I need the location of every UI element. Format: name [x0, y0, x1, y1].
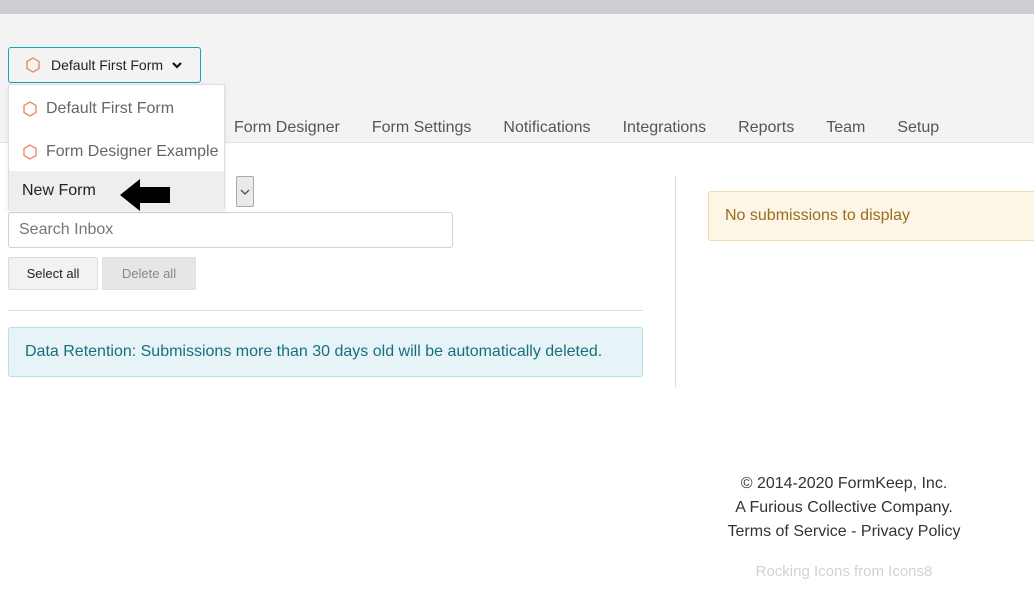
footer-copyright: © 2014-2020 FormKeep, Inc.	[740, 475, 948, 492]
icons8-credits-link[interactable]: Rocking Icons from Icons8	[700, 563, 988, 580]
inbox-filter-dropdown[interactable]	[236, 176, 254, 207]
footer-links: Terms of Service - Privacy Policy	[700, 520, 988, 544]
tab-integrations[interactable]: Integrations	[607, 118, 723, 138]
dropdown-item-form-designer-example[interactable]: Form Designer Example	[9, 132, 224, 172]
tab-form-settings[interactable]: Form Settings	[356, 118, 488, 138]
tab-reports[interactable]: Reports	[722, 118, 810, 138]
select-all-button[interactable]: Select all	[8, 257, 98, 290]
tab-team[interactable]: Team	[810, 118, 881, 138]
browser-top-strip	[0, 0, 1034, 14]
search-inbox-input[interactable]	[8, 212, 453, 248]
footer: © 2014-2020 FormKeep, Inc. A Furious Col…	[700, 472, 988, 544]
form-selector-button[interactable]: Default First Form	[8, 47, 201, 83]
main-tabs: Form Designer Form Settings Notification…	[218, 118, 955, 138]
tab-setup[interactable]: Setup	[881, 118, 955, 138]
footer-tagline: A Furious Collective Company.	[735, 499, 953, 516]
no-submissions-alert: No submissions to display	[708, 191, 1034, 241]
form-selector-label: Default First Form	[51, 57, 164, 73]
divider	[8, 310, 643, 311]
hexagon-icon	[23, 101, 37, 117]
data-retention-alert: Data Retention: Submissions more than 30…	[8, 327, 643, 377]
dropdown-item-label: Default First Form	[46, 100, 175, 117]
column-divider	[675, 176, 676, 388]
terms-of-service-link[interactable]: Terms of Service	[728, 523, 847, 540]
tab-notifications[interactable]: Notifications	[487, 118, 606, 138]
footer-separator: -	[846, 523, 861, 540]
dropdown-item-label: New Form	[22, 182, 96, 199]
data-retention-text: Data Retention: Submissions more than 30…	[25, 343, 603, 360]
delete-all-button[interactable]: Delete all	[102, 257, 196, 290]
no-submissions-text: No submissions to display	[725, 207, 910, 224]
dropdown-item-default-first-form[interactable]: Default First Form	[9, 89, 224, 129]
chevron-down-icon	[240, 189, 250, 195]
hexagon-icon	[26, 57, 40, 73]
tab-form-designer[interactable]: Form Designer	[218, 118, 356, 138]
hexagon-icon	[23, 144, 37, 160]
chevron-down-icon	[172, 62, 182, 69]
dropdown-item-label: Form Designer Example	[46, 143, 219, 160]
pointer-arrow-icon	[120, 179, 170, 211]
dropdown-item-new-form[interactable]: New Form	[9, 171, 224, 211]
privacy-policy-link[interactable]: Privacy Policy	[861, 523, 961, 540]
form-dropdown-menu: Default First Form Form Designer Example…	[8, 84, 225, 211]
